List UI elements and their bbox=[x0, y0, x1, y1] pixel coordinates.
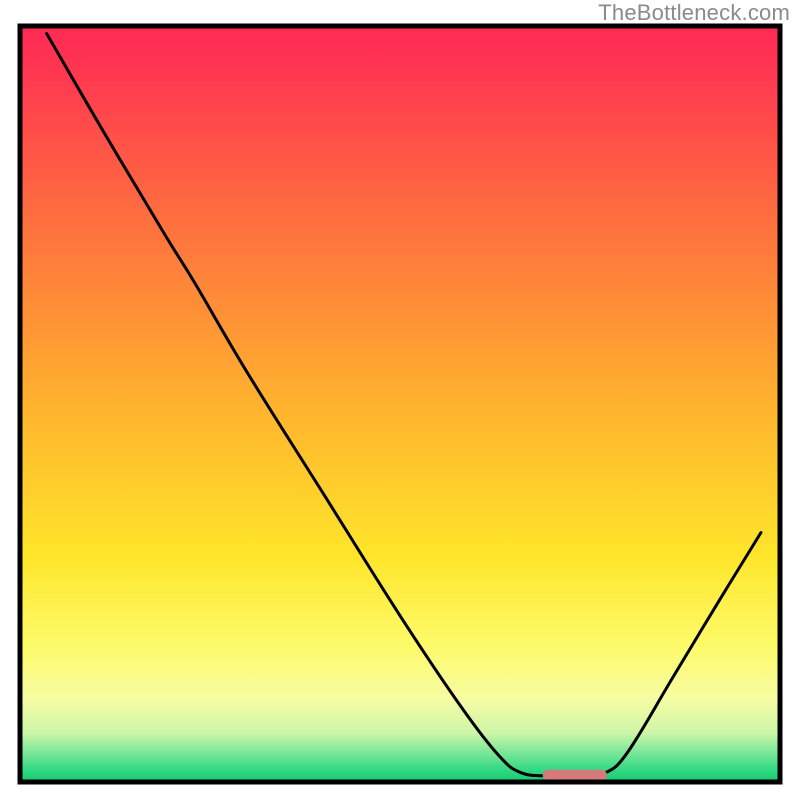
chart-svg bbox=[0, 0, 800, 800]
gradient-background bbox=[20, 26, 780, 782]
bottleneck-chart: TheBottleneck.com bbox=[0, 0, 800, 800]
watermark-text: TheBottleneck.com bbox=[598, 0, 790, 26]
